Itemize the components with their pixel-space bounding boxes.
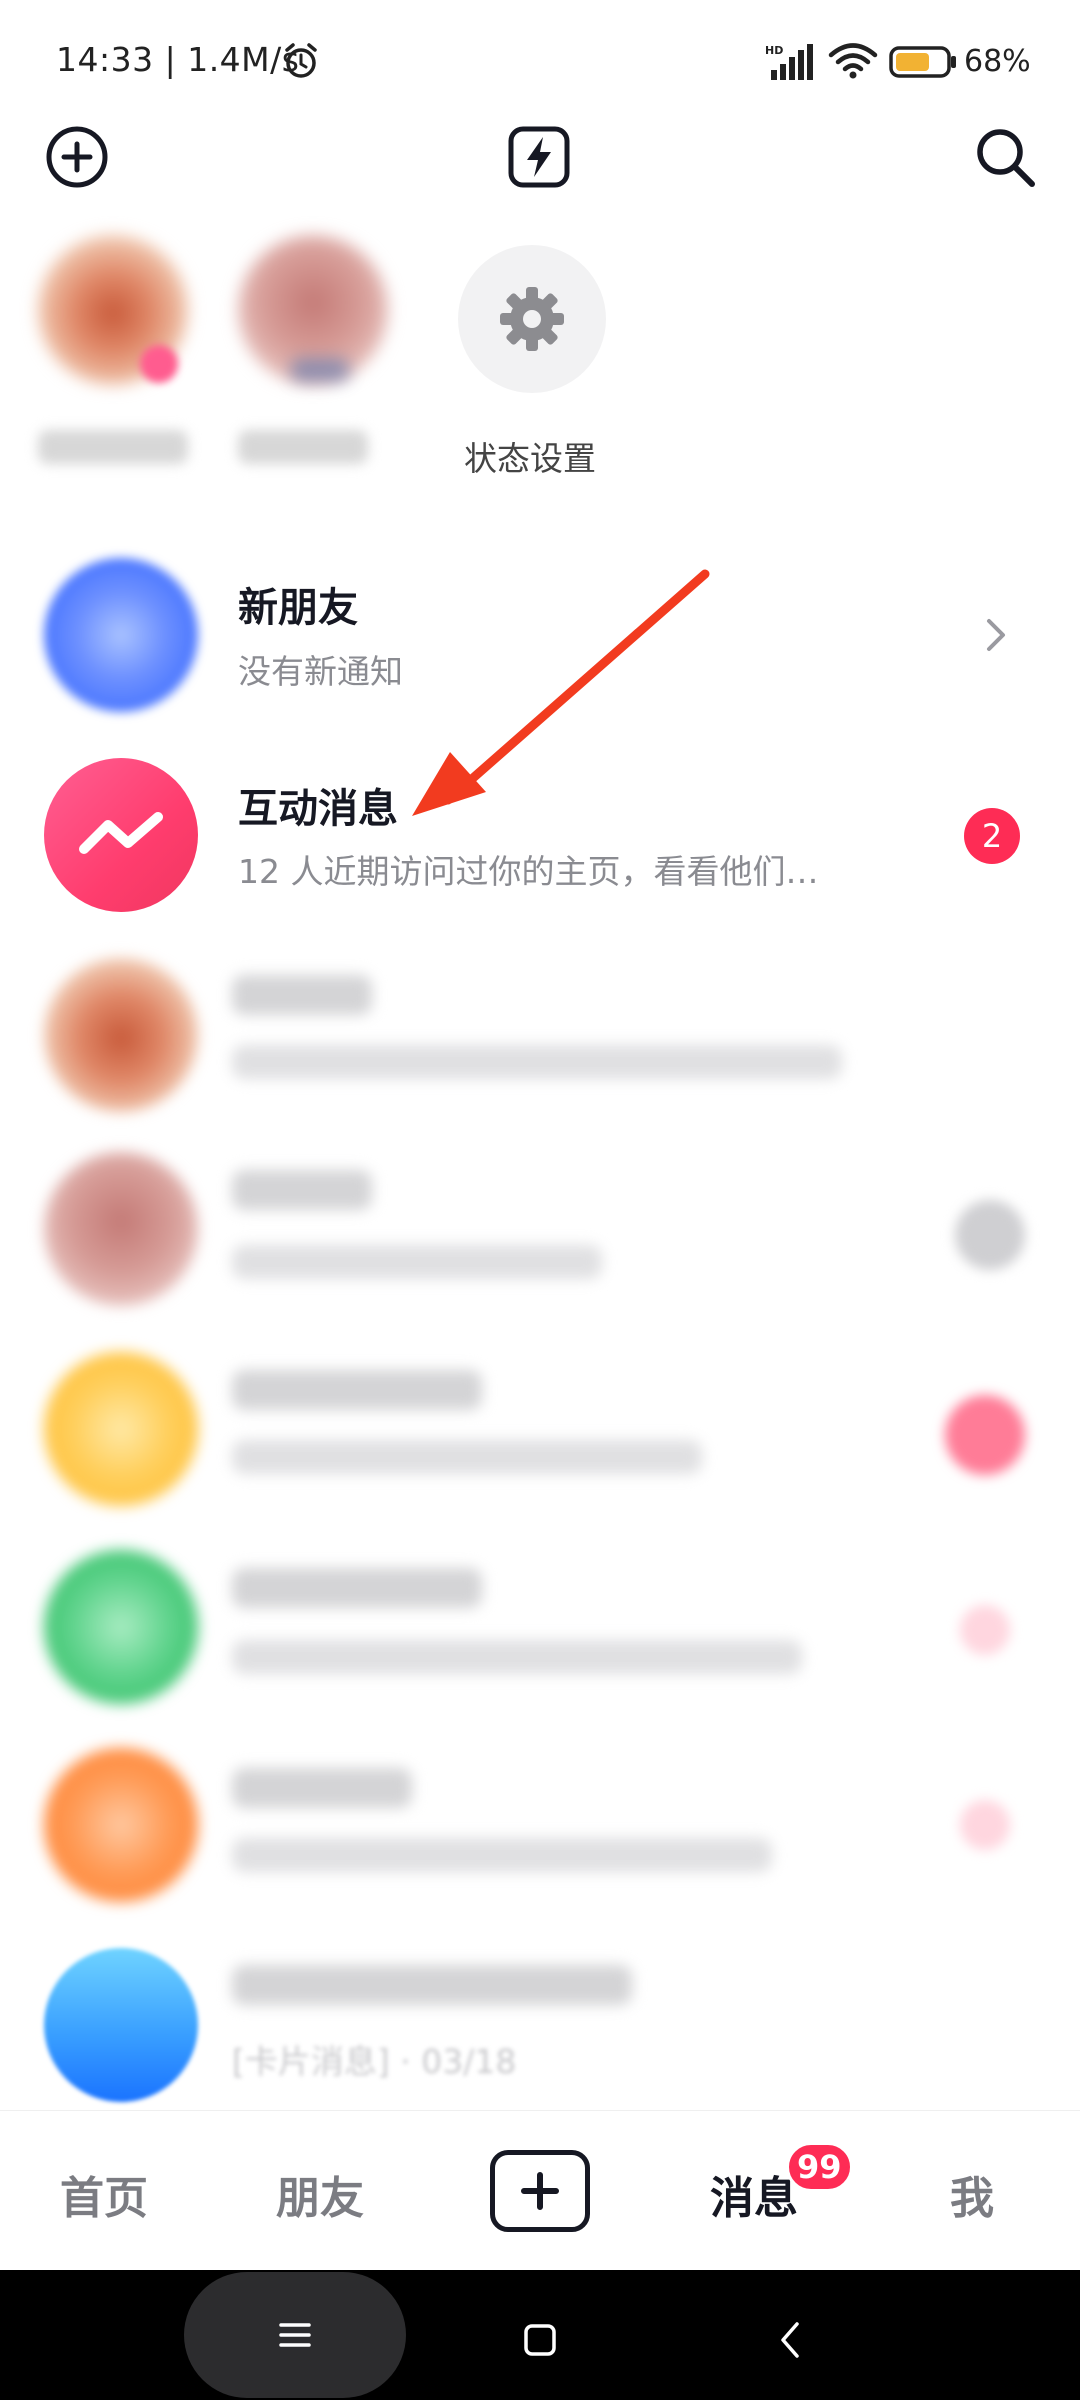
battery-icon (889, 46, 956, 78)
nav-messages[interactable]: 消息 (710, 2162, 798, 2226)
home-button[interactable] (515, 2315, 565, 2365)
network-label: HD (765, 44, 783, 57)
interactions-unread-badge: 2 (964, 808, 1020, 864)
menu-icon (279, 2323, 311, 2347)
chat-avatar (44, 1748, 198, 1902)
nav-friends[interactable]: 朋友 (276, 2162, 364, 2226)
plus-icon (521, 2172, 559, 2210)
interactions-title: 互动消息 (238, 786, 398, 832)
recent-apps-button[interactable] (184, 2272, 406, 2398)
nav-me[interactable]: 我 (950, 2162, 994, 2226)
story-badge (140, 345, 178, 383)
chat-name-blurred (232, 1568, 482, 1608)
chat-avatar (44, 1948, 198, 2102)
story-name-blurred (38, 430, 188, 464)
chat-preview-blurred (232, 1245, 602, 1279)
nav-home[interactable]: 首页 (60, 2162, 148, 2226)
status-settings-button[interactable] (458, 245, 606, 393)
alarm-icon (285, 43, 317, 78)
chat-avatar (44, 1550, 198, 1704)
chat-indicator-blurred (960, 1800, 1010, 1850)
zigzag-icon (79, 812, 163, 854)
chat-avatar (44, 1352, 198, 1506)
interactions-subtitle: 12 人近期访问过你的主页，看看他们… (238, 852, 819, 891)
story-name-blurred (238, 430, 368, 464)
chat-indicator-blurred (960, 1605, 1010, 1655)
add-circle-icon (46, 126, 108, 188)
chat-avatar (44, 1152, 198, 1306)
flash-button[interactable] (499, 117, 579, 197)
chat-preview-blurred (232, 1440, 702, 1474)
chat-avatar (44, 958, 198, 1112)
chat-name-blurred (232, 1965, 632, 2005)
search-button[interactable] (965, 117, 1045, 197)
story-avatar-detail (290, 358, 350, 382)
chat-preview-blurred (232, 1838, 772, 1872)
flash-icon (508, 126, 570, 188)
chevron-right-icon (987, 619, 1005, 651)
square-icon (524, 2324, 556, 2356)
chat-name-blurred (232, 975, 372, 1015)
search-icon (977, 129, 1035, 187)
chevron-left-icon (781, 2322, 799, 2358)
chat-indicator-blurred (955, 1200, 1025, 1270)
add-contact-button[interactable] (37, 117, 117, 197)
messages-unread-badge: 99 (786, 2142, 853, 2192)
new-friends-title: 新朋友 (238, 585, 358, 631)
create-button[interactable] (490, 2150, 590, 2232)
interactions-avatar (44, 758, 198, 912)
chat-name-blurred (232, 1768, 412, 1808)
chat-preview-blurred (232, 1640, 802, 1674)
gear-icon (500, 287, 564, 351)
back-button[interactable] (765, 2312, 815, 2368)
chat-unread-blurred (945, 1395, 1025, 1475)
chat-name-blurred (232, 1170, 372, 1210)
new-friends-avatar (44, 558, 198, 712)
battery-percent: 68% (964, 44, 1031, 79)
annotation-arrow (412, 569, 710, 816)
status-time: 14:33 | 1.4M/s (56, 40, 300, 79)
status-settings-label: 状态设置 (464, 439, 596, 478)
wifi-icon (828, 43, 878, 79)
new-friends-subtitle: 没有新通知 (238, 652, 403, 691)
chat-meta: [卡片消息] · 03/18 (232, 2042, 517, 2081)
signal-icon: HD (765, 44, 813, 80)
chat-name-blurred (232, 1370, 482, 1410)
chat-preview-blurred (232, 1045, 842, 1079)
